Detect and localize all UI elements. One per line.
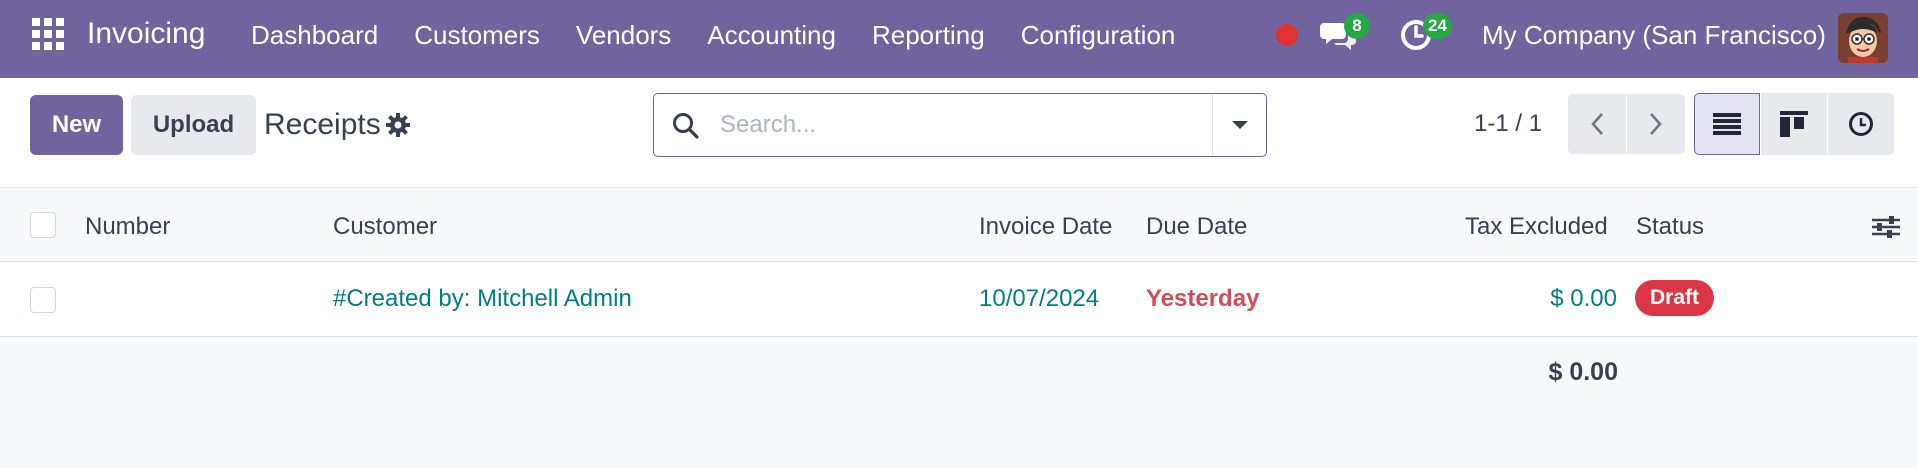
search-icon bbox=[672, 112, 700, 140]
main-menu: Dashboard Customers Vendors Accounting R… bbox=[251, 20, 1211, 51]
chevron-right-icon bbox=[1650, 113, 1662, 135]
kanban-view-button[interactable] bbox=[1761, 93, 1827, 155]
kanban-view-icon bbox=[1780, 111, 1808, 137]
cell-invoice-date: 10/07/2024 bbox=[979, 285, 1100, 312]
page-title: Receipts bbox=[264, 108, 381, 141]
search-divider bbox=[1212, 94, 1213, 156]
activities-badge: 24 bbox=[1423, 13, 1452, 39]
table-row[interactable]: #Created by: Mitchell Admin 10/07/2024 Y… bbox=[0, 263, 1918, 337]
apps-grid-icon[interactable] bbox=[32, 18, 64, 50]
messages-badge: 8 bbox=[1344, 13, 1370, 39]
gear-icon[interactable] bbox=[386, 113, 410, 137]
menu-item-accounting[interactable]: Accounting bbox=[707, 20, 836, 51]
activity-view-button[interactable] bbox=[1828, 93, 1894, 155]
cell-tax-excluded: $ 0.00 bbox=[1550, 285, 1617, 312]
upload-button[interactable]: Upload bbox=[131, 95, 256, 155]
company-switcher[interactable]: My Company (San Francisco) bbox=[1482, 20, 1826, 51]
control-panel: New Upload Receipts Search... 1-1 / 1 bbox=[0, 78, 1918, 188]
column-due-date[interactable]: Due Date bbox=[1146, 213, 1247, 241]
record-dot-icon[interactable] bbox=[1276, 24, 1298, 46]
search-input[interactable] bbox=[720, 104, 1200, 146]
column-status[interactable]: Status bbox=[1636, 213, 1704, 241]
total-tax-excluded: $ 0.00 bbox=[1548, 358, 1618, 386]
new-button[interactable]: New bbox=[30, 95, 123, 155]
pager-previous-button[interactable] bbox=[1568, 94, 1626, 154]
cell-due-date: Yesterday bbox=[1146, 285, 1260, 312]
chevron-left-icon bbox=[1591, 113, 1603, 135]
pager-next-button[interactable] bbox=[1627, 94, 1685, 154]
menu-item-dashboard[interactable]: Dashboard bbox=[251, 20, 378, 51]
top-navbar: Invoicing Dashboard Customers Vendors Ac… bbox=[0, 0, 1918, 78]
search-bar bbox=[653, 93, 1267, 157]
column-tax-excluded[interactable]: Tax Excluded bbox=[1465, 213, 1608, 241]
column-customer[interactable]: Customer bbox=[333, 213, 437, 241]
app-name[interactable]: Invoicing bbox=[87, 17, 205, 51]
cell-customer[interactable]: #Created by: Mitchell Admin bbox=[333, 285, 632, 313]
status-badge: Draft bbox=[1635, 280, 1715, 316]
pager-value[interactable]: 1-1 / 1 bbox=[1474, 110, 1542, 138]
column-invoice-date[interactable]: Invoice Date bbox=[979, 213, 1112, 241]
menu-item-configuration[interactable]: Configuration bbox=[1021, 20, 1176, 51]
list-view-icon bbox=[1713, 113, 1741, 135]
clock-icon bbox=[1849, 112, 1873, 136]
row-checkbox[interactable] bbox=[30, 287, 56, 313]
menu-item-reporting[interactable]: Reporting bbox=[872, 20, 985, 51]
search-options-dropdown[interactable] bbox=[1214, 94, 1266, 156]
list-header: Number Customer Invoice Date Due Date Ta… bbox=[0, 189, 1918, 262]
menu-item-customers[interactable]: Customers bbox=[414, 20, 540, 51]
column-number[interactable]: Number bbox=[85, 213, 170, 241]
list-view-button[interactable] bbox=[1694, 93, 1760, 155]
optional-columns-icon[interactable] bbox=[1872, 215, 1900, 239]
select-all-checkbox[interactable] bbox=[30, 212, 56, 238]
caret-down-icon bbox=[1232, 121, 1248, 129]
avatar[interactable] bbox=[1838, 13, 1888, 63]
menu-item-vendors[interactable]: Vendors bbox=[576, 20, 671, 51]
